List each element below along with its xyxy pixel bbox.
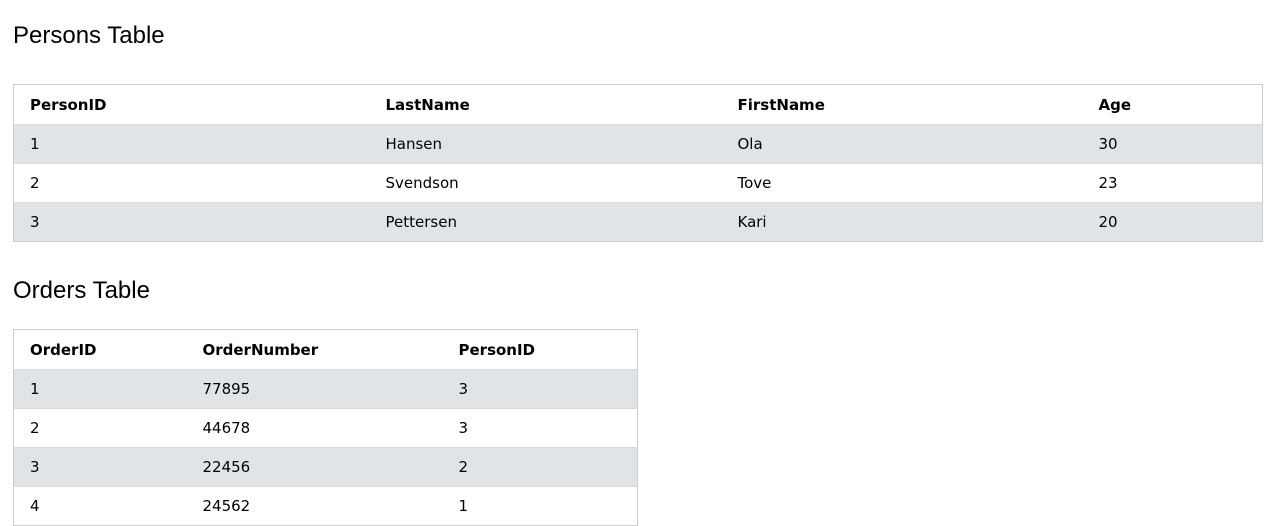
persons-table: PersonID LastName FirstName Age 1 Hansen… (13, 84, 1263, 242)
orders-table: OrderID OrderNumber PersonID 1 77895 3 2… (13, 329, 638, 526)
table-cell: Hansen (385, 135, 443, 153)
column-header-age: Age (1098, 95, 1132, 114)
table-cell: Kari (737, 213, 767, 231)
column-header-personid: PersonID (30, 95, 107, 114)
table-cell: 1 (30, 380, 40, 398)
table-cell: 3 (30, 213, 40, 231)
table-cell: 4 (30, 497, 40, 515)
table-cell: Ola (737, 135, 763, 153)
table-cell: Svendson (385, 174, 459, 192)
table-row: 1 77895 3 (13, 369, 638, 409)
table-row: 2 44678 3 (13, 408, 638, 448)
table-cell: 24562 (202, 497, 251, 515)
table-cell: Tove (737, 174, 772, 192)
column-header-firstname: FirstName (737, 95, 825, 114)
table-cell: 22456 (202, 458, 251, 476)
table-header-row: PersonID LastName FirstName Age (14, 85, 1263, 125)
column-header-ordernumber: OrderNumber (202, 340, 319, 359)
table-cell: 3 (458, 380, 469, 398)
table-cell: 1 (30, 135, 40, 153)
persons-table-title: Persons Table (13, 22, 165, 49)
table-row: 3 22456 2 (13, 447, 638, 487)
column-header-personid: PersonID (458, 340, 536, 359)
orders-table-title: Orders Table (13, 277, 150, 304)
table-cell: 2 (30, 419, 40, 437)
table-cell: Pettersen (385, 213, 457, 231)
table-header-row: OrderID OrderNumber PersonID (14, 330, 638, 370)
table-cell: 2 (30, 174, 40, 192)
table-cell: 3 (30, 458, 40, 476)
table-cell: 2 (458, 458, 469, 476)
table-cell: 77895 (202, 380, 251, 398)
table-row: 2 Svendson Tove 23 (13, 163, 1263, 203)
table-row: 3 Pettersen Kari 20 (13, 202, 1263, 242)
table-row: 1 Hansen Ola 30 (13, 124, 1263, 164)
table-cell: 23 (1098, 174, 1118, 192)
column-header-orderid: OrderID (30, 340, 97, 359)
column-header-lastname: LastName (385, 95, 470, 114)
table-cell: 44678 (202, 419, 251, 437)
table-cell: 3 (458, 419, 469, 437)
table-row: 4 24562 1 (13, 486, 638, 526)
table-cell: 20 (1098, 213, 1118, 231)
table-cell: 30 (1098, 135, 1118, 153)
table-cell: 1 (458, 497, 469, 515)
